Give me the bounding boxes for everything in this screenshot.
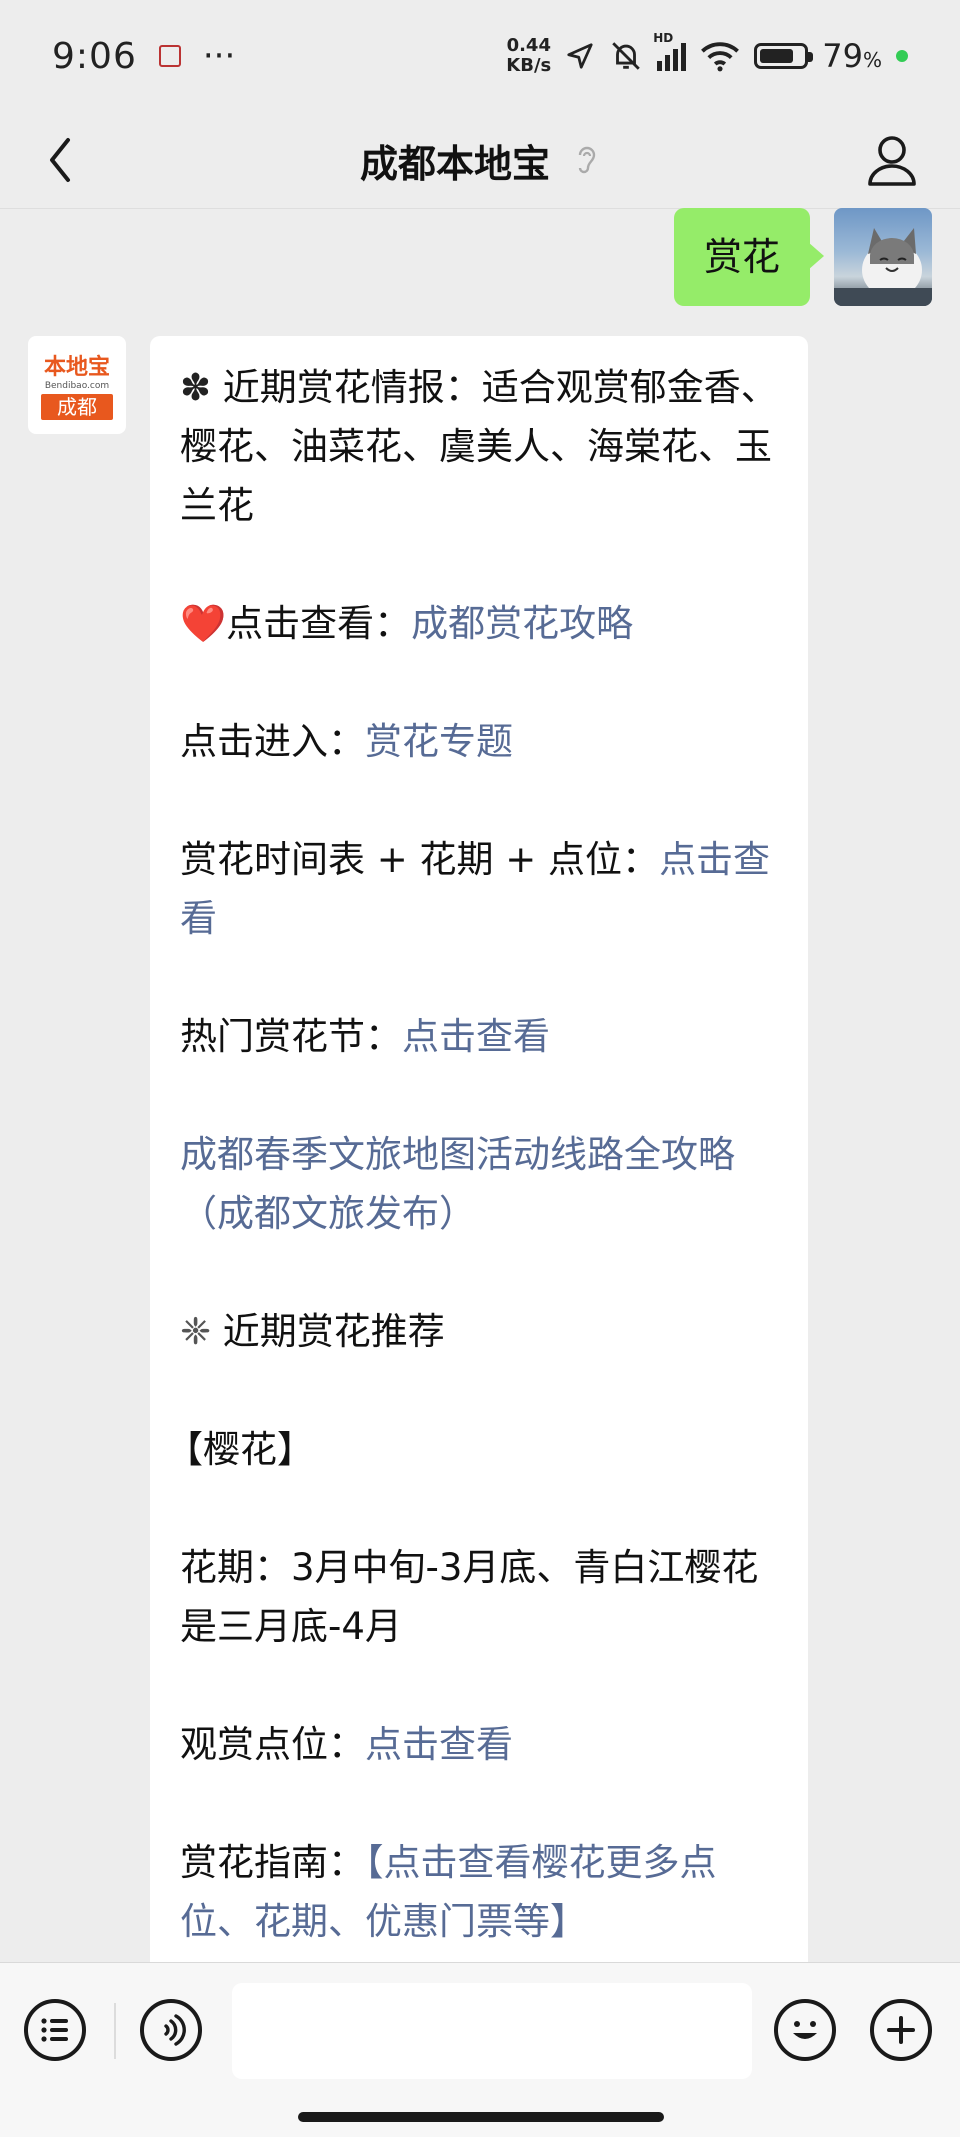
battery-fill xyxy=(760,49,794,63)
topic-line: 点击进入：赏花专题 xyxy=(180,712,778,771)
home-indicator[interactable] xyxy=(298,2112,664,2122)
cat-avatar-image xyxy=(834,228,932,306)
battery-percent: 79% xyxy=(822,37,882,75)
festival-label: 热门赏花节： xyxy=(180,1015,402,1058)
viewing-spot-line: 观赏点位：点击查看 xyxy=(180,1715,778,1774)
contact-profile-icon[interactable] xyxy=(864,130,920,190)
incoming-message-bubble: ✽ 近期赏花情报：适合观赏郁金香、樱花、油菜花、虞美人、海棠花、玉兰花 ❤️点击… xyxy=(150,336,808,2056)
mute-bell-icon xyxy=(612,42,641,70)
viewing-spot-label: 观赏点位： xyxy=(180,1723,365,1766)
guide-label: 点击查看： xyxy=(226,602,412,645)
flower-icon: ✽ xyxy=(180,366,223,409)
page-title: 成都本地宝 xyxy=(359,141,550,186)
voice-button[interactable] xyxy=(140,1999,202,2061)
snowflake-flower-icon: ❈ xyxy=(180,1310,223,1353)
network-speed-value: 0.44 xyxy=(506,35,551,56)
network-speed-unit: KB/s xyxy=(506,55,552,76)
menu-list-button[interactable] xyxy=(24,1999,86,2061)
plus-icon xyxy=(887,2016,915,2044)
wifi-icon xyxy=(701,42,740,72)
viewing-guide-line: 赏花指南：【点击查看樱花更多点位、花期、优惠门票等】 xyxy=(180,1833,778,1951)
bloom-period-text: 花期：3月中旬-3月底、青白江樱花是三月底-4月 xyxy=(180,1546,759,1648)
festival-link[interactable]: 点击查看 xyxy=(402,1015,550,1058)
avatar-logo-city: 成都 xyxy=(41,394,113,420)
notification-icon xyxy=(158,45,181,67)
network-speed: 0.44 KB/s xyxy=(506,36,551,76)
status-time: 9:06 xyxy=(52,35,137,77)
chat-title: 成都本地宝 xyxy=(360,133,600,188)
voice-icon xyxy=(164,2014,186,2046)
emoji-button[interactable] xyxy=(774,1999,836,2061)
outgoing-message-bubble[interactable]: 赏花 xyxy=(673,208,825,306)
chat-input-bar xyxy=(0,1962,960,2137)
heart-icon: ❤️ xyxy=(180,602,227,645)
camera-indicator-dot xyxy=(896,50,908,62)
recommend-title: 近期赏花推荐 xyxy=(222,1310,445,1353)
chat-header: 成都本地宝 xyxy=(0,112,960,209)
message-input[interactable] xyxy=(232,1983,752,2079)
guide-line: ❤️点击查看：成都赏花攻略 xyxy=(180,594,778,653)
viewing-spot-link[interactable]: 点击查看 xyxy=(365,1723,513,1766)
topic-link[interactable]: 赏花专题 xyxy=(365,720,513,763)
divider xyxy=(114,2003,116,2059)
outgoing-message-row: 赏花 xyxy=(673,208,932,306)
more-actions-button[interactable] xyxy=(870,1999,932,2061)
outgoing-message-text: 赏花 xyxy=(703,235,780,279)
list-icon xyxy=(41,2018,68,2042)
cherry-section-title: 【樱花】 xyxy=(166,1428,314,1471)
more-notifications-icon: ··· xyxy=(202,36,236,76)
incoming-message-row: 本地宝 Bendibao.com 成都 ✽ 近期赏花情报：适合观赏郁金香、樱花、… xyxy=(28,336,808,2056)
my-avatar[interactable] xyxy=(834,208,932,306)
flower-intel-paragraph: ✽ 近期赏花情报：适合观赏郁金香、樱花、油菜花、虞美人、海棠花、玉兰花 xyxy=(180,358,778,535)
back-icon[interactable] xyxy=(38,132,88,188)
topic-label: 点击进入： xyxy=(180,720,365,763)
hd-label: HD xyxy=(653,31,674,45)
recommend-heading: ❈ 近期赏花推荐 xyxy=(180,1302,778,1361)
location-icon xyxy=(567,43,593,69)
spring-map-link[interactable]: 成都春季文旅地图活动线路全攻略（成都文旅发布） xyxy=(180,1133,735,1235)
avatar-logo-text: 本地宝 xyxy=(43,355,110,380)
status-bar: 9:06 ··· 0.44 KB/s HD 79% xyxy=(0,0,960,112)
sender-avatar[interactable]: 本地宝 Bendibao.com 成都 xyxy=(28,336,126,434)
festival-line: 热门赏花节：点击查看 xyxy=(180,1007,778,1066)
flower-intel-text: 近期赏花情报：适合观赏郁金香、樱花、油菜花、虞美人、海棠花、玉兰花 xyxy=(180,366,778,527)
smiley-icon xyxy=(793,2021,817,2039)
schedule-line: 赏花时间表 + 花期 + 点位：点击查看 xyxy=(180,830,778,948)
viewing-guide-label: 赏花指南： xyxy=(180,1841,365,1884)
signal-icon: HD xyxy=(653,31,687,71)
battery-icon xyxy=(754,43,814,69)
avatar-logo-domain: Bendibao.com xyxy=(44,381,110,391)
schedule-label: 赏花时间表 + 花期 + 点位： xyxy=(180,838,660,881)
guide-link[interactable]: 成都赏花攻略 xyxy=(411,602,633,645)
spring-map-line: 成都春季文旅地图活动线路全攻略（成都文旅发布） xyxy=(180,1125,778,1243)
ear-mode-icon xyxy=(578,146,596,174)
